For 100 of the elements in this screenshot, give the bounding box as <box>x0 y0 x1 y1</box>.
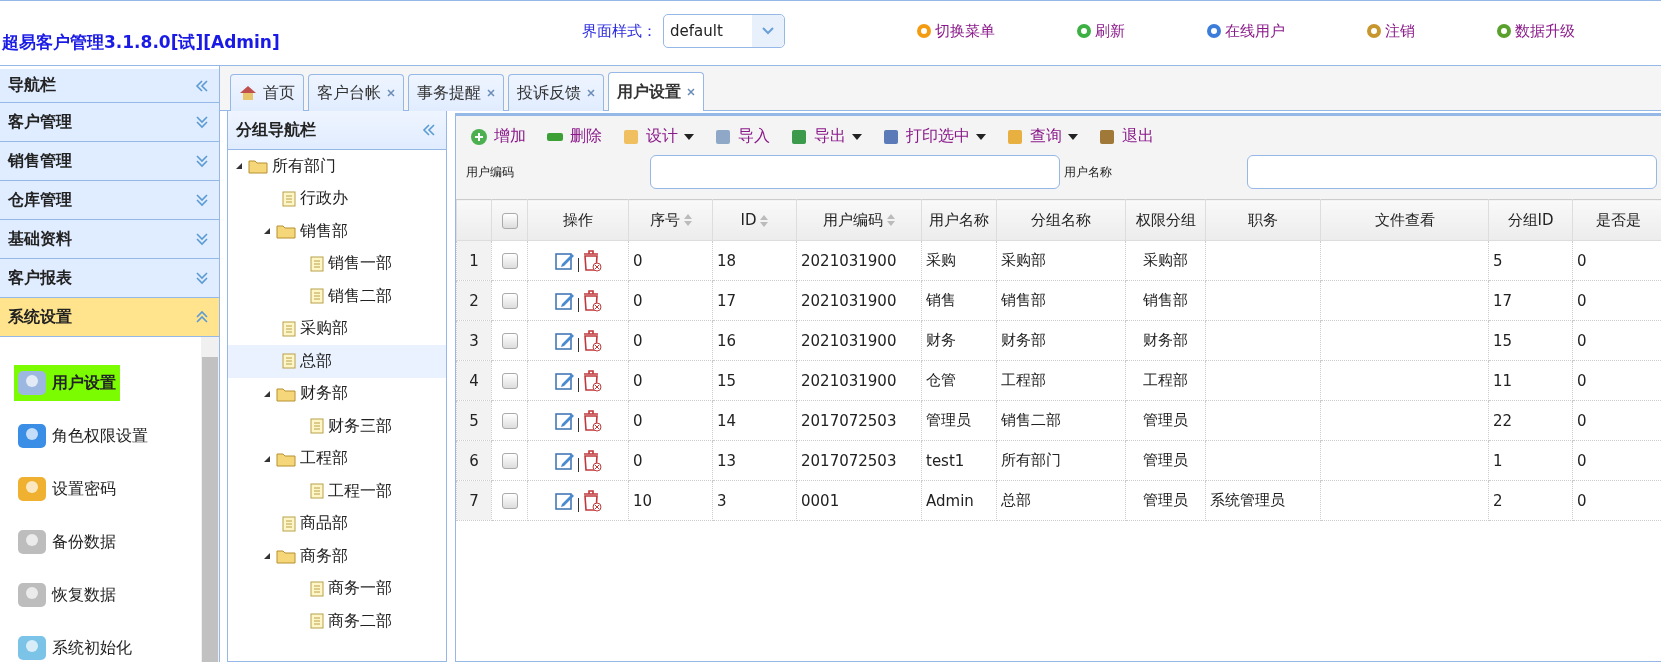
row-checkbox[interactable] <box>501 333 518 349</box>
toolbar-button[interactable]: 删除 <box>546 126 602 147</box>
menu-item[interactable]: 设置密码 <box>14 471 120 507</box>
header-link[interactable]: 数据升级 <box>1495 21 1575 41</box>
tree-node[interactable]: 工程一部 <box>228 475 446 508</box>
tree-node[interactable]: 商务二部 <box>228 605 446 638</box>
table-cell: Admin <box>926 491 974 510</box>
delete-icon[interactable] <box>581 489 602 512</box>
style-select[interactable]: default <box>663 14 785 48</box>
edit-icon[interactable] <box>554 290 575 311</box>
table-cell: 0 <box>1577 491 1587 510</box>
column-header[interactable]: ID <box>712 199 797 241</box>
tab[interactable]: 客户台帐 <box>308 74 404 111</box>
delete-icon[interactable] <box>581 409 602 432</box>
column-header[interactable]: 职务 <box>1205 199 1321 241</box>
header-link[interactable]: 注销 <box>1365 21 1415 41</box>
sidebar-section[interactable]: 客户报表 <box>0 259 219 298</box>
sidebar-section[interactable]: 客户管理 <box>0 103 219 142</box>
tab[interactable]: 用户设置 <box>608 72 704 111</box>
expander-icon[interactable] <box>234 161 244 172</box>
tab[interactable]: 事务提醒 <box>408 74 504 111</box>
search-label: 用户名称 <box>1063 163 1113 181</box>
collapse-icon[interactable] <box>195 79 209 92</box>
menu-item[interactable]: 恢复数据 <box>14 577 120 613</box>
column-header[interactable]: 文件查看 <box>1320 199 1489 241</box>
tab[interactable]: 首页 <box>230 74 304 111</box>
menu-item[interactable]: 系统初始化 <box>14 630 136 662</box>
row-checkbox[interactable] <box>501 493 518 509</box>
toolbar-button[interactable]: 导出 <box>790 126 862 147</box>
tree-node[interactable]: 行政办 <box>228 182 446 215</box>
close-icon[interactable] <box>387 89 395 97</box>
edit-icon[interactable] <box>554 490 575 511</box>
expander-icon[interactable] <box>262 226 272 237</box>
scrollbar[interactable] <box>201 337 219 662</box>
row-checkbox[interactable] <box>501 293 518 309</box>
column-header[interactable]: 序号 <box>628 199 713 241</box>
menu-item[interactable]: 用户设置 <box>14 365 120 401</box>
sidebar-section[interactable]: 系统设置 <box>0 298 219 337</box>
menu-item[interactable]: 备份数据 <box>14 524 120 560</box>
tree-node[interactable]: 商务一部 <box>228 572 446 605</box>
expander-icon[interactable] <box>262 551 272 562</box>
column-header[interactable]: 分组名称 <box>996 199 1126 241</box>
tree-node[interactable]: 总部 <box>228 345 446 378</box>
delete-icon[interactable] <box>581 249 602 272</box>
close-icon[interactable] <box>487 89 495 97</box>
search-field[interactable] <box>1247 155 1657 189</box>
table-cell: 管理员 <box>1143 491 1188 509</box>
table-cell: 2017072503 <box>801 411 897 430</box>
column-header[interactable]: 分组ID <box>1488 199 1573 241</box>
row-checkbox[interactable] <box>501 253 518 269</box>
tree-node[interactable]: 商务部 <box>228 540 446 573</box>
edit-icon[interactable] <box>554 370 575 391</box>
tree-node[interactable]: 采购部 <box>228 312 446 345</box>
tab[interactable]: 投诉反馈 <box>508 74 604 111</box>
tree-node[interactable]: 财务三部 <box>228 410 446 443</box>
search-field[interactable] <box>649 155 1060 189</box>
column-header[interactable]: 用户编码 <box>796 199 922 241</box>
chevron-icon <box>195 232 209 246</box>
tree-node[interactable]: 工程部 <box>228 442 446 475</box>
delete-icon[interactable] <box>581 329 602 352</box>
delete-icon[interactable] <box>581 289 602 312</box>
edit-icon[interactable] <box>554 410 575 431</box>
row-checkbox[interactable] <box>501 413 518 429</box>
column-header[interactable]: 操作 <box>527 199 629 241</box>
toolbar-button[interactable]: 增加 <box>470 126 526 147</box>
toolbar-button[interactable]: 退出 <box>1098 126 1154 147</box>
table-cell: 财务部 <box>1001 331 1046 349</box>
edit-icon[interactable] <box>554 330 575 351</box>
toolbar-button[interactable]: 设计 <box>622 126 694 147</box>
header-link[interactable]: 刷新 <box>1075 21 1125 41</box>
header-link[interactable]: 在线用户 <box>1205 21 1285 41</box>
toolbar-button[interactable]: 打印选中 <box>882 126 986 147</box>
column-header[interactable]: 用户名称 <box>921 199 997 241</box>
sidebar-section[interactable]: 基础资料 <box>0 220 219 259</box>
column-header[interactable]: 是否是 <box>1572 199 1661 241</box>
toolbar-button[interactable]: 查询 <box>1006 126 1078 147</box>
tree-node[interactable]: 财务部 <box>228 377 446 410</box>
menu-item[interactable]: 角色权限设置 <box>14 418 152 454</box>
tree-node[interactable]: 商品部 <box>228 507 446 540</box>
close-icon[interactable] <box>587 89 595 97</box>
row-checkbox[interactable] <box>501 373 518 389</box>
edit-icon[interactable] <box>554 450 575 471</box>
row-checkbox[interactable] <box>501 453 518 469</box>
row-number: 3 <box>456 320 492 361</box>
tree-node[interactable]: 销售二部 <box>228 280 446 313</box>
close-icon[interactable] <box>687 88 695 96</box>
delete-icon[interactable] <box>581 449 602 472</box>
sidebar-section[interactable]: 销售管理 <box>0 142 219 181</box>
header-link[interactable]: 切换菜单 <box>915 21 995 41</box>
collapse-icon[interactable] <box>422 124 436 136</box>
select-all-checkbox[interactable] <box>501 212 518 229</box>
edit-icon[interactable] <box>554 250 575 271</box>
tree-node[interactable]: 所有部门 <box>228 150 446 183</box>
tree-node[interactable]: 销售一部 <box>228 247 446 280</box>
sidebar-section[interactable]: 仓库管理 <box>0 181 219 220</box>
delete-icon[interactable] <box>581 369 602 392</box>
column-header[interactable]: 权限分组 <box>1125 199 1206 241</box>
tree-node[interactable]: 销售部 <box>228 215 446 248</box>
row-number: 5 <box>456 400 492 441</box>
toolbar-button[interactable]: 导入 <box>714 126 770 147</box>
